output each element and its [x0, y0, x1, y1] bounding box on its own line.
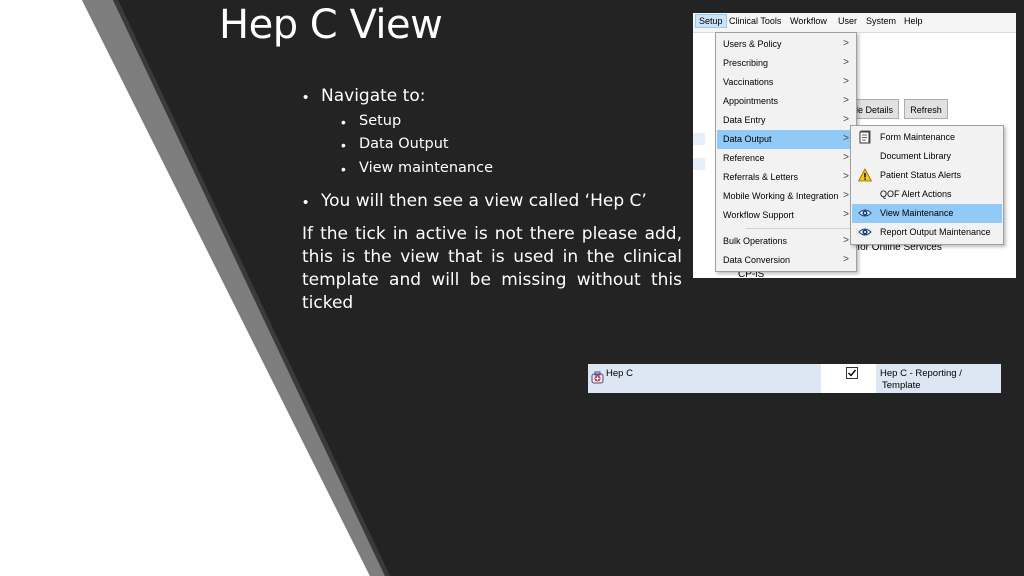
warning-icon	[858, 168, 872, 182]
menu-item-prescribing[interactable]: Prescribing >	[717, 54, 855, 73]
menu-item-workflow-support[interactable]: Workflow Support >	[717, 206, 855, 225]
chevron-right-icon: >	[843, 95, 849, 106]
menu-item-label: Workflow Support	[723, 210, 794, 220]
menu-item-appointments[interactable]: Appointments >	[717, 92, 855, 111]
eye-icon	[858, 209, 872, 217]
data-output-submenu: Form Maintenance Document Library Patien…	[850, 125, 1004, 245]
menu-workflow[interactable]: Workflow	[790, 16, 827, 26]
menu-item-label: Prescribing	[723, 58, 769, 68]
active-cell	[821, 364, 876, 393]
menu-item-label: Data Entry	[723, 115, 766, 125]
view-description-line2: Template	[882, 380, 921, 391]
instruction-paragraph: If the tick in active is not there pleas…	[302, 224, 682, 313]
submenu-item-label: Report Output Maintenance	[880, 227, 991, 237]
bullet-dot: •	[341, 114, 346, 130]
chevron-right-icon: >	[843, 152, 849, 163]
menu-clinical-tools[interactable]: Clinical Tools	[729, 16, 781, 26]
nav-step-data-output: Data Output	[359, 136, 449, 152]
menu-system[interactable]: System	[866, 16, 896, 26]
chevron-right-icon: >	[843, 114, 849, 125]
menu-setup[interactable]: Setup	[695, 14, 727, 28]
table-row[interactable]: Hep C Hep C - Reporting / Template	[588, 364, 1001, 393]
nav-step-view-maintenance: View maintenance	[359, 160, 494, 176]
view-name: Hep C	[606, 368, 633, 379]
menu-item-label: Reference	[723, 153, 765, 163]
menu-user[interactable]: User	[838, 16, 857, 26]
submenu-item-document-library[interactable]: Document Library	[852, 147, 1002, 166]
menu-item-data-conversion[interactable]: Data Conversion >	[717, 251, 855, 270]
nav-heading: Navigate to:	[321, 86, 426, 106]
submenu-item-label: QOF Alert Actions	[880, 189, 952, 199]
submenu-item-view-maintenance[interactable]: View Maintenance	[852, 204, 1002, 223]
submenu-item-label: Patient Status Alerts	[880, 170, 962, 180]
form-icon	[859, 130, 871, 144]
menu-item-referrals-letters[interactable]: Referrals & Letters >	[717, 168, 855, 187]
menu-separator	[746, 228, 850, 229]
eye-icon	[858, 228, 872, 236]
bullet-dot: •	[341, 137, 346, 153]
chevron-right-icon: >	[843, 38, 849, 49]
menu-item-reference[interactable]: Reference >	[717, 149, 855, 168]
clinical-view-icon	[591, 371, 604, 384]
bullet-dot: •	[303, 89, 309, 106]
chevron-right-icon: >	[843, 76, 849, 87]
background-row	[693, 133, 705, 145]
menu-help[interactable]: Help	[904, 16, 923, 26]
chevron-right-icon: >	[843, 209, 849, 220]
chevron-right-icon: >	[843, 190, 849, 201]
menu-item-label: Mobile Working & Integration	[723, 191, 839, 201]
chevron-right-icon: >	[843, 57, 849, 68]
refresh-button[interactable]: Refresh	[904, 99, 948, 119]
chevron-right-icon: >	[843, 133, 849, 144]
menu-item-label: Referrals & Letters	[723, 172, 799, 182]
menu-item-label: Data Output	[723, 134, 772, 144]
view-note: You will then see a view called ‘Hep C’	[321, 191, 647, 211]
menu-item-label: Vaccinations	[723, 77, 774, 87]
menu-item-label: Bulk Operations	[723, 236, 788, 246]
menu-bar: Setup Clinical Tools Workflow User Syste…	[693, 13, 1016, 33]
menu-item-mobile-working[interactable]: Mobile Working & Integration >	[717, 187, 855, 206]
active-checkbox[interactable]	[846, 367, 858, 379]
bullet-dot: •	[303, 194, 309, 211]
submenu-item-qof-alert-actions[interactable]: QOF Alert Actions	[852, 185, 1002, 204]
menu-screenshot: Setup Clinical Tools Workflow User Syste…	[693, 13, 1016, 278]
view-description-line1: Hep C - Reporting /	[880, 368, 962, 379]
bullet-dot: •	[341, 161, 346, 177]
menu-item-label: Appointments	[723, 96, 779, 106]
background-row	[693, 158, 705, 170]
submenu-item-patient-status-alerts[interactable]: Patient Status Alerts	[852, 166, 1002, 185]
menu-item-users-policy[interactable]: Users & Policy >	[717, 35, 855, 54]
submenu-item-report-output-maintenance[interactable]: Report Output Maintenance	[852, 223, 1002, 242]
details-button[interactable]: le Details	[850, 99, 899, 119]
menu-item-data-entry[interactable]: Data Entry >	[717, 111, 855, 130]
submenu-item-label: Form Maintenance	[880, 132, 956, 142]
menu-item-vaccinations[interactable]: Vaccinations >	[717, 73, 855, 92]
submenu-item-form-maintenance[interactable]: Form Maintenance	[852, 128, 1002, 147]
view-description-cell: Hep C - Reporting / Template	[876, 364, 1001, 393]
setup-dropdown-menu: Users & Policy > Prescribing > Vaccination…	[715, 32, 857, 272]
chevron-right-icon: >	[843, 254, 849, 265]
menu-item-data-output[interactable]: Data Output >	[717, 130, 855, 149]
view-row-screenshot: Hep C Hep C - Reporting / Template	[588, 364, 1001, 393]
menu-item-label: Users & Policy	[723, 39, 782, 49]
slide-title: Hep C View	[219, 2, 443, 48]
menu-item-bulk-operations[interactable]: Bulk Operations >	[717, 232, 855, 251]
slide: Hep C View • Navigate to: • Setup • Data…	[0, 0, 1024, 576]
submenu-item-label: View Maintenance	[880, 208, 954, 218]
nav-step-setup: Setup	[359, 113, 402, 129]
submenu-item-label: Document Library	[880, 151, 952, 161]
menu-item-label: Data Conversion	[723, 255, 791, 265]
chevron-right-icon: >	[843, 171, 849, 182]
chevron-right-icon: >	[843, 235, 849, 246]
view-name-cell: Hep C	[588, 364, 821, 393]
